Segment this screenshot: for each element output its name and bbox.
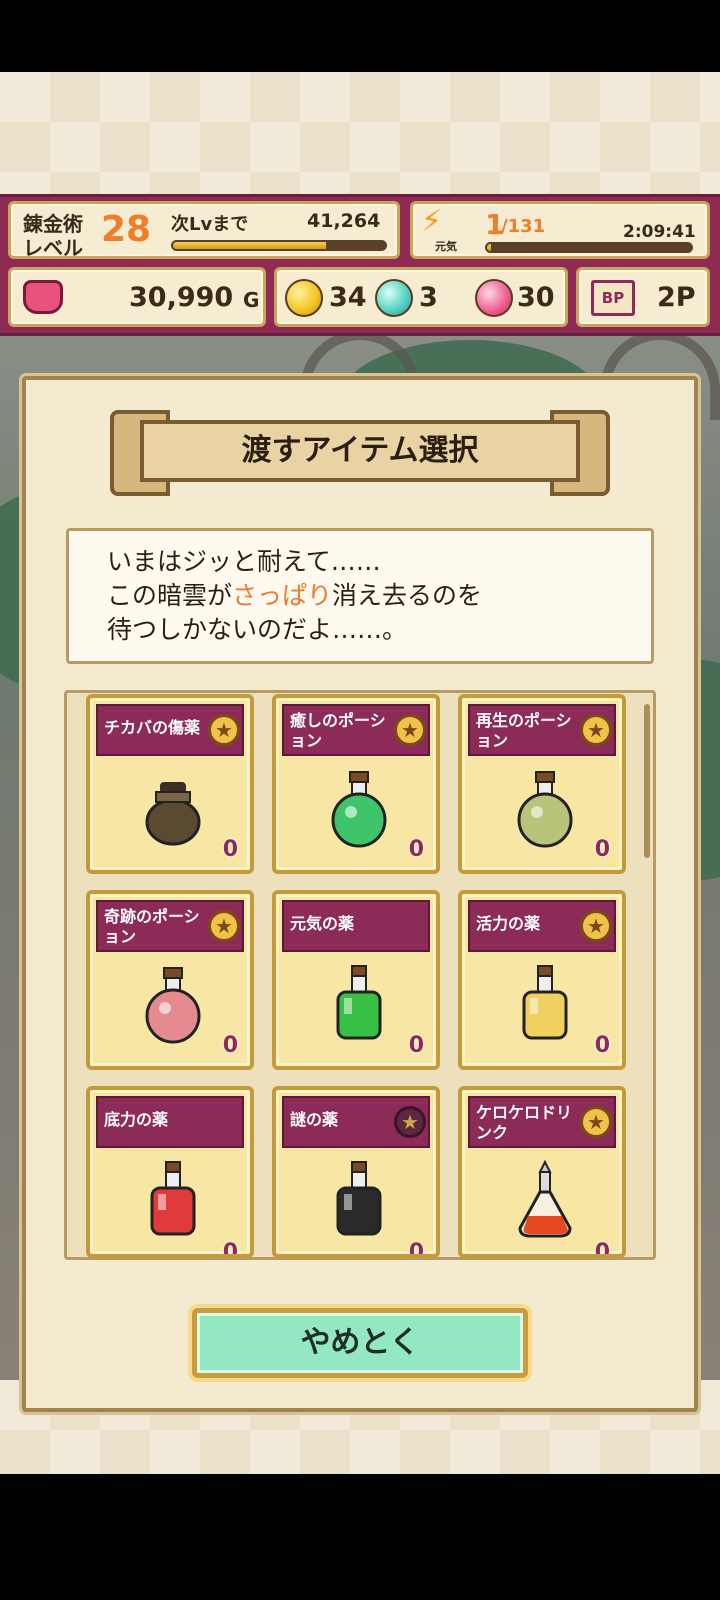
stamina-icon-label: 元気 [435,240,457,253]
star-icon: ★ [394,1106,426,1138]
item-quantity: 0 [594,1240,610,1258]
exp-progress-fill [173,242,326,249]
yellow-bottle-icon [502,960,588,1048]
stamina-timer: 2:09:41 [623,222,696,242]
star-icon: ★ [580,910,612,942]
item-quantity: 0 [408,1240,424,1258]
cyan-orb-icon [375,279,413,317]
gold-value: 30,990 [129,282,234,313]
yellow-orb-icon [285,279,323,317]
pink-orb-icon [475,279,513,317]
background-pattern [0,72,720,198]
gold-panel: 30,990 G [8,267,266,327]
purse-icon [23,280,63,314]
bp-panel: BP 2P [576,267,710,327]
item-card[interactable]: チカバの傷薬 ★ 0 [86,694,254,874]
green-bottle-icon [316,960,402,1048]
item-card[interactable]: 謎の薬 ★ 0 [272,1086,440,1258]
status-hud: 錬金術 レベル 28 次Lvまで 41,264 ⚡ 元気 1 /131 2:09… [0,194,720,336]
gold-unit: G [243,288,260,312]
orb-panel: 34 3 30 [274,267,568,327]
stamina-max: /131 [501,216,546,237]
black-bottle-icon [316,1156,402,1244]
pouch-icon [130,764,216,852]
title-banner: 渡すアイテム選択 [110,410,610,500]
cancel-button[interactable]: やめとく [192,1308,528,1378]
level-panel: 錬金術 レベル 28 次Lvまで 41,264 [8,201,400,260]
star-icon: ★ [208,910,240,942]
status-bar [0,0,720,72]
item-quantity: 0 [222,1033,238,1058]
stamina-panel: ⚡ 元気 1 /131 2:09:41 [410,201,710,259]
star-icon: ★ [580,714,612,746]
item-quantity: 0 [222,1240,238,1258]
exp-progress-bar [171,240,387,251]
red-bottle-icon [130,1156,216,1244]
star-icon: ★ [208,714,240,746]
message-line-2: この暗雲がさっぱり消え去るのを [107,581,483,610]
lightning-icon: ⚡ [421,204,443,239]
item-card[interactable]: ケロケロドリンク ★ 0 [458,1086,626,1258]
bp-value: 2P [657,282,696,313]
item-quantity: 0 [594,1033,610,1058]
item-card[interactable]: 底力の薬 0 [86,1086,254,1258]
olive-potion-icon [502,764,588,852]
item-quantity: 0 [594,837,610,862]
next-level-label: 次Lvまで [171,214,249,235]
star-icon: ★ [394,714,426,746]
cyan-orb-count: 3 [419,282,438,313]
pink-orb-count: 30 [517,282,555,313]
item-card[interactable]: 再生のポーション ★ 0 [458,694,626,874]
navigation-bar [0,1474,720,1600]
bp-icon: BP [591,280,635,316]
flask-icon [502,1156,588,1244]
dialog-title: 渡すアイテム選択 [241,433,479,468]
item-name: 元気の薬 [282,900,430,952]
item-name: 底力の薬 [96,1096,244,1148]
message-line-3: 待つしかないのだよ……。 [107,615,408,644]
message-line-1: いまはジッと耐えて…… [107,547,381,576]
stamina-progress-bar [485,242,693,253]
level-value: 28 [101,209,152,250]
pink-potion-icon [130,960,216,1048]
item-quantity: 0 [222,837,238,862]
stamina-progress-fill [487,244,492,251]
yellow-orb-count: 34 [329,282,367,313]
item-card[interactable]: 癒しのポーション ★ 0 [272,694,440,874]
message-highlight: さっぱり [232,581,333,610]
item-quantity: 0 [408,1033,424,1058]
star-icon: ★ [580,1106,612,1138]
item-card[interactable]: 活力の薬 ★ 0 [458,890,626,1070]
item-quantity: 0 [408,837,424,862]
exp-remaining: 41,264 [307,210,381,232]
alchemy-level-label-line2: レベル [23,236,83,260]
dialog-message: いまはジッと耐えて…… この暗雲がさっぱり消え去るのを 待つしかないのだよ……。 [66,528,654,664]
item-card[interactable]: 奇跡のポーション ★ 0 [86,890,254,1070]
item-grid-scrollbar[interactable] [644,704,650,858]
item-card[interactable]: 元気の薬 0 [272,890,440,1070]
green-potion-icon [316,764,402,852]
